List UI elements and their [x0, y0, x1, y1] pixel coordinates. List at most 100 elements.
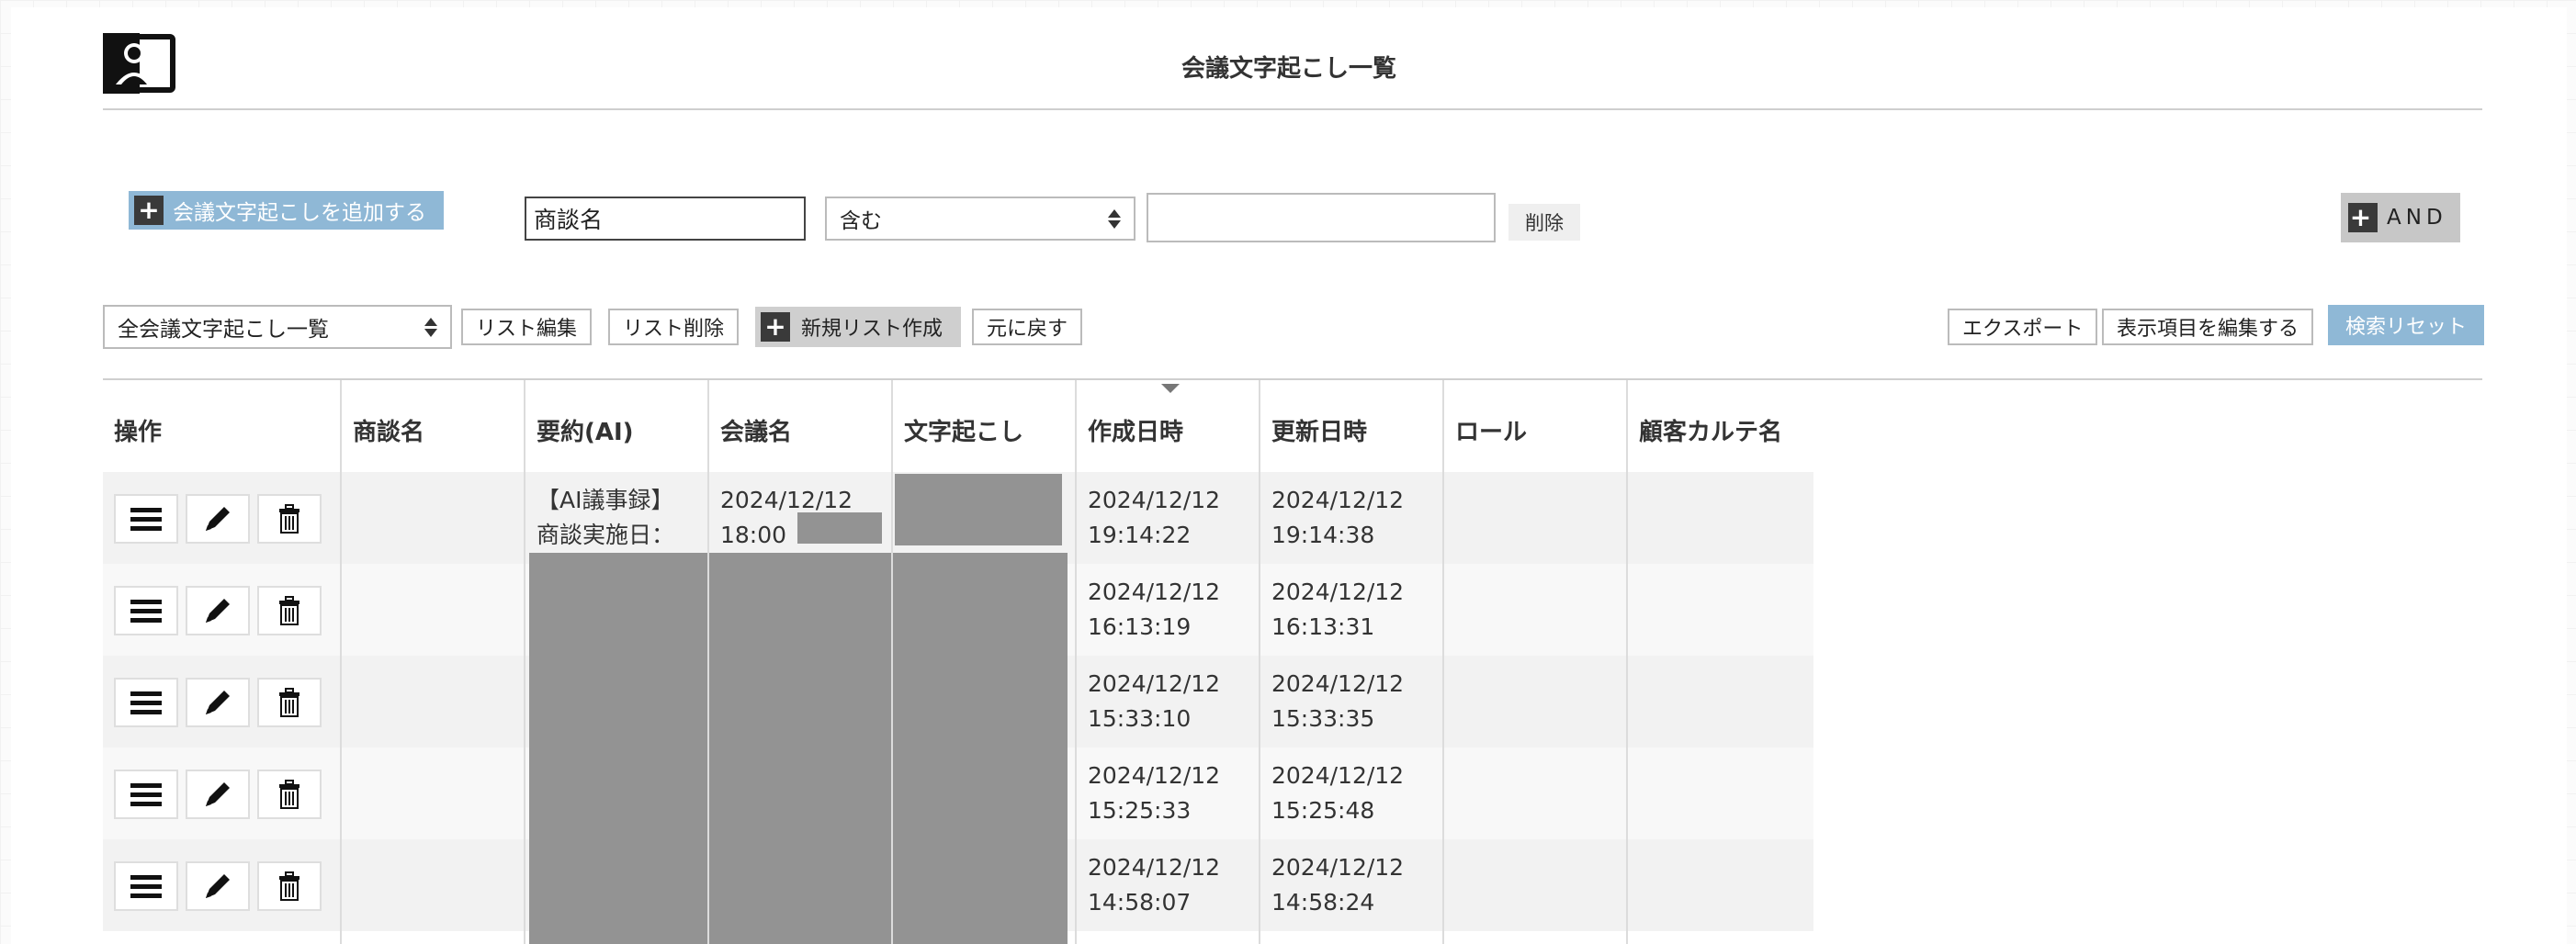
filter-delete-button[interactable]: 削除	[1508, 204, 1580, 241]
export-button[interactable]: エクスポート	[1948, 309, 2098, 345]
column-header-deal-name[interactable]: 商談名	[342, 380, 424, 479]
column-header-role[interactable]: ロール	[1444, 380, 1527, 479]
column-divider	[707, 380, 709, 944]
cell-customer-chart	[1628, 747, 1639, 839]
filter-operator-value: 含む	[840, 209, 882, 233]
summary-line: 商談実施日：	[537, 522, 675, 548]
updated-date: 2024/12/12	[1271, 670, 1405, 697]
updated-time: 16:13:31	[1271, 613, 1375, 640]
cell-customer-chart	[1628, 564, 1639, 656]
cell-role	[1444, 839, 1455, 931]
new-list-label: 新規リスト作成	[801, 318, 943, 341]
updated-date: 2024/12/12	[1271, 579, 1405, 605]
menu-icon[interactable]	[114, 861, 178, 911]
plus-icon: +	[134, 196, 164, 225]
column-header-customer-chart[interactable]: 顧客カルテ名	[1628, 380, 1782, 479]
list-select[interactable]: 全会議文字起こし一覧	[103, 305, 452, 349]
cell-created-at: 2024/12/12 16:13:19	[1077, 564, 1220, 656]
pencil-icon[interactable]	[186, 678, 250, 727]
search-reset-button[interactable]: 検索リセット	[2328, 305, 2484, 345]
table-row: 【AI議事録】 商談実施日： 2024/12/12 18:00 2024/12/12 19…	[103, 472, 1813, 564]
trash-icon[interactable]	[257, 494, 322, 544]
new-list-button[interactable]: + 新規リスト作成	[755, 307, 961, 347]
cell-customer-chart	[1628, 839, 1639, 931]
select-arrows-icon	[424, 317, 437, 337]
created-time: 14:58:07	[1088, 889, 1192, 916]
menu-icon[interactable]	[114, 678, 178, 727]
filter-field-value: 商談名	[534, 207, 604, 233]
redacted-block	[529, 553, 1068, 944]
cell-deal-name	[342, 656, 353, 747]
column-divider	[891, 380, 893, 944]
trash-icon[interactable]	[257, 586, 322, 635]
column-header-created-at[interactable]: 作成日時	[1077, 380, 1183, 479]
list-select-value: 全会議文字起こし一覧	[118, 318, 329, 342]
add-transcription-label: 会議文字起こしを追加する	[173, 201, 426, 225]
cell-updated-at: 2024/12/12 14:58:24	[1260, 839, 1404, 931]
cell-updated-at: 2024/12/12 15:33:35	[1260, 656, 1404, 747]
updated-time: 15:33:35	[1271, 705, 1375, 732]
trash-icon[interactable]	[257, 861, 322, 911]
pencil-icon[interactable]	[186, 494, 250, 544]
add-transcription-button[interactable]: + 会議文字起こしを追加する	[129, 191, 444, 230]
filter-value-input[interactable]	[1147, 193, 1496, 242]
column-header-meeting-name[interactable]: 会議名	[709, 380, 792, 479]
created-time: 16:13:19	[1088, 613, 1192, 640]
row-actions	[114, 586, 322, 635]
cell-customer-chart	[1628, 472, 1639, 564]
add-and-condition-button[interactable]: + AND	[2341, 193, 2460, 242]
created-time: 15:25:33	[1088, 797, 1192, 824]
created-date: 2024/12/12	[1088, 762, 1221, 789]
select-arrows-icon	[1108, 208, 1121, 229]
cell-deal-name	[342, 839, 353, 931]
column-header-actions: 操作	[114, 418, 163, 446]
updated-date: 2024/12/12	[1271, 762, 1405, 789]
cell-customer-chart	[1628, 656, 1639, 747]
page: 会議文字起こし一覧 + 会議文字起こしを追加する 商談名 含む 削除 + AND…	[11, 7, 2567, 944]
redacted-block	[797, 512, 882, 544]
filter-field-select[interactable]: 商談名	[525, 197, 806, 241]
column-divider	[1259, 380, 1260, 944]
updated-time: 15:25:48	[1271, 797, 1375, 824]
created-date: 2024/12/12	[1088, 579, 1221, 605]
menu-icon[interactable]	[114, 586, 178, 635]
edit-columns-button[interactable]: 表示項目を編集する	[2102, 309, 2314, 345]
cell-created-at: 2024/12/12 19:14:22	[1077, 472, 1220, 564]
filter-operator-select[interactable]: 含む	[825, 197, 1135, 241]
menu-icon[interactable]	[114, 494, 178, 544]
cell-role	[1444, 564, 1455, 656]
cell-deal-name	[342, 564, 353, 656]
column-header-updated-at[interactable]: 更新日時	[1260, 380, 1367, 479]
summary-line: 【AI議事録】	[537, 487, 674, 513]
redacted-block	[895, 474, 1062, 545]
delete-list-button[interactable]: リスト削除	[608, 309, 740, 345]
created-date: 2024/12/12	[1088, 854, 1221, 881]
plus-icon: +	[2348, 202, 2378, 232]
updated-date: 2024/12/12	[1271, 854, 1405, 881]
cell-role	[1444, 747, 1455, 839]
row-actions	[114, 678, 322, 727]
pencil-icon[interactable]	[186, 770, 250, 819]
column-divider	[1442, 380, 1444, 944]
updated-time: 19:14:38	[1271, 522, 1375, 548]
and-label: AND	[2387, 206, 2447, 230]
cell-created-at: 2024/12/12 14:58:07	[1077, 839, 1220, 931]
created-date: 2024/12/12	[1088, 670, 1221, 697]
column-header-transcript[interactable]: 文字起こし	[893, 380, 1023, 479]
created-time: 15:33:10	[1088, 705, 1192, 732]
row-actions	[114, 494, 322, 544]
pencil-icon[interactable]	[186, 861, 250, 911]
cell-updated-at: 2024/12/12 15:25:48	[1260, 747, 1404, 839]
page-title: 会議文字起こし一覧	[1181, 55, 1396, 83]
trash-icon[interactable]	[257, 770, 322, 819]
cell-updated-at: 2024/12/12 19:14:38	[1260, 472, 1404, 564]
trash-icon[interactable]	[257, 678, 322, 727]
menu-icon[interactable]	[114, 770, 178, 819]
created-date: 2024/12/12	[1088, 487, 1221, 513]
cell-ai-summary[interactable]: 【AI議事録】 商談実施日：	[525, 472, 674, 564]
revert-button[interactable]: 元に戻す	[972, 309, 1083, 345]
edit-list-button[interactable]: リスト編集	[461, 309, 593, 345]
pencil-icon[interactable]	[186, 586, 250, 635]
cell-updated-at: 2024/12/12 16:13:31	[1260, 564, 1404, 656]
column-header-ai-summary[interactable]: 要約(AI)	[525, 380, 634, 479]
